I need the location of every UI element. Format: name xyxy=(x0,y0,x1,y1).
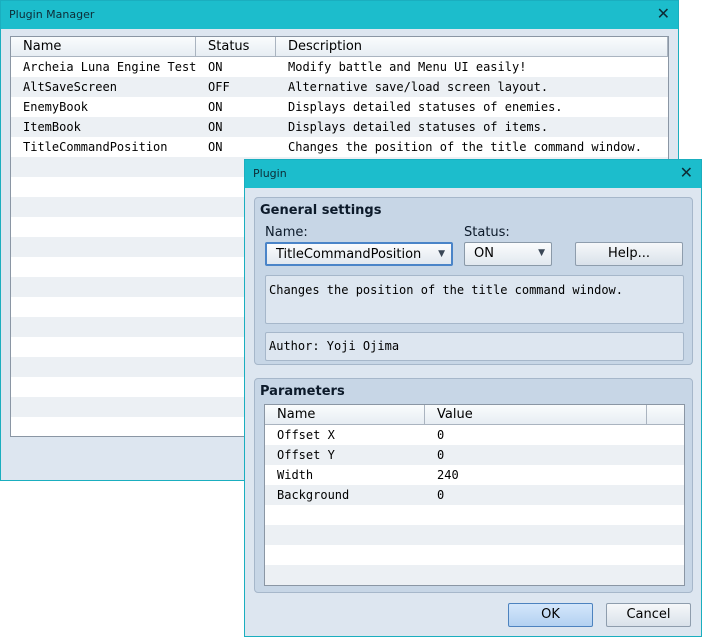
ok-button[interactable]: OK xyxy=(508,603,593,627)
parameter-row[interactable]: Offset X 0 xyxy=(265,425,684,445)
parameter-row[interactable]: Background 0 xyxy=(265,485,684,505)
plugin-name-value: TitleCommandPosition xyxy=(276,247,422,262)
parameter-name-cell: Offset X xyxy=(277,428,335,442)
parameter-value-cell: 240 xyxy=(437,468,459,482)
close-icon[interactable]: ✕ xyxy=(657,4,670,23)
help-button[interactable]: Help... xyxy=(575,242,683,266)
table-row[interactable]: EnemyBook ON Displays detailed statuses of… xyxy=(11,97,668,117)
plugin-dialog-title: Plugin xyxy=(253,167,287,180)
table-row[interactable]: Archeia Luna Engine Test ON Modify battle … xyxy=(11,57,668,77)
plugin-dialog-titlebar[interactable]: Plugin ✕ xyxy=(245,160,701,188)
plugin-manager-titlebar[interactable]: Plugin Manager ✕ xyxy=(1,1,678,29)
plugin-status-cell: ON xyxy=(208,60,223,74)
column-header-value[interactable]: Value xyxy=(425,405,647,424)
plugin-description-cell: Displays detailed statuses of items. xyxy=(288,120,549,134)
plugin-name-cell: Archeia Luna Engine Test xyxy=(23,60,197,74)
plugin-status-cell: ON xyxy=(208,120,223,134)
table-row[interactable]: ItemBook ON Displays detailed statuses of … xyxy=(11,117,668,137)
parameter-value-cell: 0 xyxy=(437,428,445,442)
plugin-description-cell: Changes the position of the title comman… xyxy=(288,140,643,154)
parameter-name-cell: Width xyxy=(277,468,314,482)
status-label: Status: xyxy=(464,225,510,240)
plugin-status-cell: ON xyxy=(208,100,223,114)
column-header-status[interactable]: Status xyxy=(196,37,276,56)
empty-row xyxy=(265,525,684,545)
general-settings-heading: General settings xyxy=(260,203,382,218)
parameters-group: Parameters Name Value Offset X 0 Offset Y 0… xyxy=(254,378,693,593)
column-header-name[interactable]: Name xyxy=(11,37,196,56)
parameter-list-header: Name Value xyxy=(265,405,684,425)
plugin-name-cell: AltSaveScreen xyxy=(23,80,117,94)
empty-row xyxy=(265,545,684,565)
plugin-description-cell: Alternative save/load screen layout. xyxy=(288,80,549,94)
parameter-value-cell: 0 xyxy=(437,448,445,462)
empty-row xyxy=(265,565,684,585)
name-label: Name: xyxy=(265,225,308,240)
author-text: Author: Yoji Ojima xyxy=(269,339,400,353)
column-header-description[interactable]: Description xyxy=(276,37,668,56)
table-row[interactable]: AltSaveScreen OFF Alternative save/load sc… xyxy=(11,77,668,97)
parameter-row[interactable]: Width 240 xyxy=(265,465,684,485)
plugin-name-cell: EnemyBook xyxy=(23,100,89,114)
plugin-manager-title: Plugin Manager xyxy=(9,8,95,21)
parameter-row[interactable]: Offset Y 0 xyxy=(265,445,684,465)
column-header-name[interactable]: Name xyxy=(265,405,425,424)
parameter-list[interactable]: Name Value Offset X 0 Offset Y 0 Width 240 Bac… xyxy=(264,404,685,586)
parameter-list-rows: Offset X 0 Offset Y 0 Width 240 Background 0 xyxy=(265,425,684,585)
general-settings-group: General settings Name: Status: TitleComm… xyxy=(254,197,693,365)
empty-row xyxy=(265,505,684,525)
description-box: Changes the position of the title comman… xyxy=(265,275,684,324)
plugin-name-cell: TitleCommandPosition xyxy=(23,140,168,154)
chevron-down-icon: ▼ xyxy=(538,248,545,258)
plugin-dialog: Plugin ✕ General settings Name: Status: … xyxy=(244,159,702,637)
plugin-description-cell: Modify battle and Menu UI easily! xyxy=(288,60,527,74)
plugin-status-cell: OFF xyxy=(208,80,230,94)
parameter-value-cell: 0 xyxy=(437,488,445,502)
parameter-name-cell: Background xyxy=(277,488,350,502)
plugin-name-cell: ItemBook xyxy=(23,120,81,134)
cancel-button[interactable]: Cancel xyxy=(606,603,691,627)
chevron-down-icon: ▼ xyxy=(438,249,445,259)
description-text: Changes the position of the title comman… xyxy=(269,283,624,297)
plugin-list-header: Name Status Description xyxy=(11,37,668,57)
plugin-name-select[interactable]: TitleCommandPosition ▼ xyxy=(265,242,453,266)
author-box: Author: Yoji Ojima xyxy=(265,332,684,361)
parameters-heading: Parameters xyxy=(260,384,345,399)
table-row[interactable]: TitleCommandPosition ON Changes the positi… xyxy=(11,137,668,157)
status-value: ON xyxy=(474,246,494,261)
plugin-status-cell: ON xyxy=(208,140,223,154)
close-icon[interactable]: ✕ xyxy=(680,163,693,182)
plugin-description-cell: Displays detailed statuses of enemies. xyxy=(288,100,563,114)
parameter-name-cell: Offset Y xyxy=(277,448,335,462)
status-select[interactable]: ON ▼ xyxy=(464,242,552,266)
